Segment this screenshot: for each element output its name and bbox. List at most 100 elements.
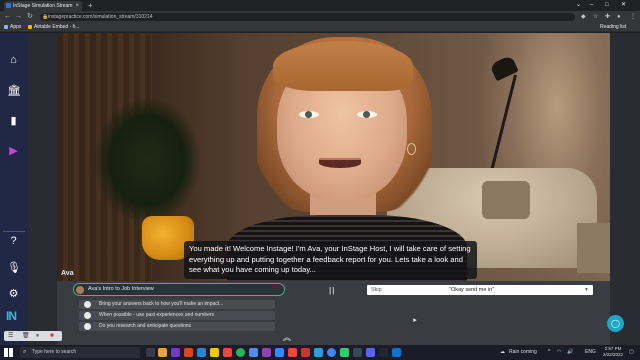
settings-icon[interactable]: ⚙: [7, 288, 20, 301]
app-body: ⌂ 🏛 ▮ ▶ ? 🎙 ⚙ IN You made it! Welcome In…: [0, 33, 640, 345]
search-icon: ⌕: [23, 349, 27, 355]
sidebar: ⌂ 🏛 ▮ ▶ ? 🎙 ⚙ IN: [0, 33, 28, 345]
windows-start-icon[interactable]: [4, 348, 13, 357]
app-icon[interactable]: [366, 348, 375, 357]
favicon-icon: [6, 3, 11, 8]
new-tab-button[interactable]: +: [88, 0, 93, 11]
app-icon[interactable]: [301, 348, 310, 357]
radio-icon: [84, 323, 91, 330]
app-icon[interactable]: [197, 348, 206, 357]
home-icon[interactable]: ⌂: [7, 54, 20, 67]
url-text: instagepractice.com/simulation_stream/31…: [48, 14, 153, 20]
video-stream[interactable]: You made it! Welcome Instage! I'm Ava, y…: [57, 33, 610, 281]
app-icon[interactable]: [288, 348, 297, 357]
reading-list[interactable]: Reading list: [600, 23, 626, 32]
background-cushion: [482, 181, 530, 219]
response-option[interactable]: When possible - use past experiences and…: [79, 311, 275, 320]
pause-icon[interactable]: ⏸: [36, 331, 39, 341]
lock-icon: 🔒: [42, 14, 49, 20]
app-icon[interactable]: [223, 348, 232, 357]
record-icon[interactable]: ■: [50, 331, 54, 341]
video-controls: ☰ 🗑 ⏸ ■: [4, 331, 62, 341]
reload-icon[interactable]: ↻: [27, 12, 33, 22]
airtable-icon: [28, 24, 32, 29]
browser-toolbar: ← → ↻ 🔒 instagepractice.com/simulation_s…: [0, 11, 640, 23]
app-icon[interactable]: [275, 348, 284, 357]
response-option[interactable]: Bring your answers back to how you'll ma…: [79, 300, 275, 309]
bookmarks-bar: Apps Airtable Embed - h... Reading list: [0, 23, 640, 32]
weather-text[interactable]: Rain coming: [509, 345, 537, 360]
maximize-icon[interactable]: □: [605, 0, 609, 11]
task-view-icon[interactable]: [146, 348, 155, 357]
app-icon[interactable]: [392, 348, 401, 357]
app-icon[interactable]: [184, 348, 193, 357]
pause-button[interactable]: ||: [329, 286, 335, 295]
delete-icon[interactable]: 🗑: [22, 331, 30, 341]
chevron-up-icon[interactable]: ︽: [283, 334, 291, 342]
browser-tabstrip: InStage Simulation Stream × + ⌄ – □ ✕: [0, 0, 640, 11]
tab-search-icon[interactable]: ⌄: [576, 0, 581, 11]
instage-logo: IN: [6, 309, 17, 323]
minimize-icon[interactable]: –: [590, 0, 593, 11]
screen: InStage Simulation Stream × + ⌄ – □ ✕ ← …: [0, 0, 640, 360]
chart-icon[interactable]: ▮: [7, 115, 20, 128]
system-clock[interactable]: 2:57 PM 2/22/2022: [601, 346, 625, 358]
help-icon[interactable]: ?: [7, 235, 20, 248]
speaker-tag: Ava: [61, 270, 74, 277]
background-plant: [95, 98, 200, 223]
app-icon[interactable]: [353, 348, 362, 357]
tab-title: InStage Simulation Stream: [13, 3, 73, 9]
skip-label: Skip: [371, 287, 382, 293]
close-window-icon[interactable]: ✕: [621, 0, 626, 11]
skip-selected-option: "Okay send me in": [449, 287, 495, 293]
weather-icon[interactable]: ☁: [500, 345, 505, 360]
bookmark-apps[interactable]: Apps: [4, 23, 21, 32]
back-icon[interactable]: ←: [4, 12, 11, 22]
chat-button[interactable]: ◯: [607, 315, 624, 332]
taskbar-search[interactable]: ⌕ Type here to search: [20, 347, 140, 358]
file-explorer-icon[interactable]: [158, 348, 167, 357]
wifi-icon[interactable]: ◠: [557, 345, 561, 360]
language-indicator[interactable]: ENG: [585, 345, 596, 360]
radio-icon: [84, 312, 91, 319]
bookmark-airtable[interactable]: Airtable Embed - h...: [28, 23, 80, 32]
apps-icon: [4, 24, 8, 29]
browser-tab[interactable]: InStage Simulation Stream ×: [4, 1, 82, 11]
app-icon[interactable]: [340, 348, 349, 357]
avatar: [76, 286, 84, 294]
skip-dropdown[interactable]: Skip "Okay send me in" ▼: [367, 285, 593, 295]
response-option[interactable]: Do you research and anticipate questions: [79, 322, 275, 331]
volume-icon[interactable]: 🔊: [567, 345, 573, 360]
app-icon[interactable]: [249, 348, 258, 357]
mouse-cursor-icon: ➤: [412, 318, 418, 324]
notification-icon[interactable]: ▢: [629, 345, 634, 360]
bank-icon[interactable]: 🏛: [7, 85, 21, 98]
app-icon[interactable]: [262, 348, 271, 357]
puzzle-icon[interactable]: ✚: [605, 12, 610, 22]
steam-icon[interactable]: [379, 348, 388, 357]
background-table: [577, 223, 610, 273]
video-icon[interactable]: ▶: [7, 145, 20, 158]
interaction-panel: Ava's Intro to Job Interview Bring your …: [57, 281, 610, 345]
chevron-down-icon: ▼: [584, 287, 589, 293]
app-icon[interactable]: [210, 348, 219, 357]
tray-chevron-icon[interactable]: ^: [548, 345, 550, 360]
list-icon[interactable]: ☰: [8, 331, 13, 341]
app-icon[interactable]: [171, 348, 180, 357]
script-title[interactable]: Ava's Intro to Job Interview: [73, 283, 285, 296]
taskbar: ⌕ Type here to search ☁ Rain coming ^ ◠ …: [0, 345, 640, 360]
address-bar[interactable]: 🔒 instagepractice.com/simulation_stream/…: [40, 13, 575, 21]
sidebar-divider: [3, 231, 25, 232]
star-icon[interactable]: ☆: [593, 12, 598, 22]
profile-icon[interactable]: ●: [617, 12, 621, 22]
spotify-icon[interactable]: [236, 348, 245, 357]
caption-text: You made it! Welcome Instage! I'm Ava, y…: [184, 241, 477, 279]
menu-icon[interactable]: ⋮: [630, 12, 636, 22]
close-tab-icon[interactable]: ×: [75, 1, 79, 11]
app-icon[interactable]: [314, 348, 323, 357]
extension-icon[interactable]: ◆: [581, 12, 586, 22]
forward-icon[interactable]: →: [15, 12, 22, 22]
microphone-icon[interactable]: 🎙: [7, 262, 21, 275]
chrome-icon[interactable]: [327, 348, 336, 357]
radio-icon: [84, 301, 91, 308]
